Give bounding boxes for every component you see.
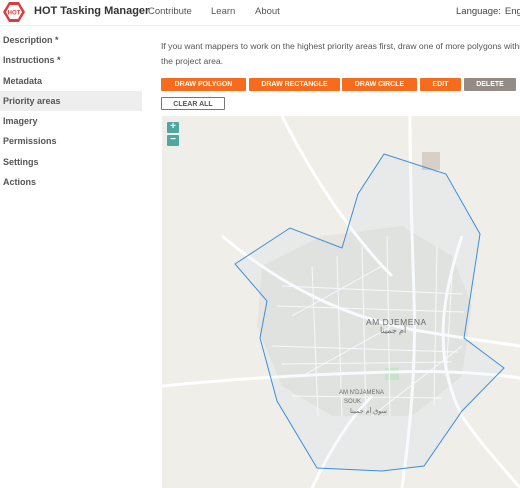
edit-button[interactable]: Edit (420, 78, 461, 91)
draw-rectangle-button[interactable]: Draw rectangle (249, 78, 340, 91)
hot-logo-icon[interactable]: HOT (2, 1, 26, 23)
district-label-arabic: سوق أم جمينا (350, 408, 387, 415)
clear-all-button[interactable]: Clear all (161, 97, 225, 110)
draw-polygon-button[interactable]: Draw polygon (161, 78, 246, 91)
sidebar-item-instructions[interactable]: Instructions * (0, 50, 142, 70)
map-canvas[interactable]: AM DJEMENA أم جمينا AM N'DJAMENA SOUK سو… (162, 116, 520, 488)
sidebar: Description * Instructions * Metadata Pr… (0, 30, 142, 192)
zoom-in-button[interactable]: + (167, 122, 179, 133)
top-navigation-bar: HOT HOT Tasking Manager Contribute Learn… (0, 0, 520, 26)
priority-areas-instructions: If you want mappers to work on the highe… (161, 41, 520, 66)
nav-about[interactable]: About (255, 6, 280, 17)
nav-contribute[interactable]: Contribute (148, 6, 192, 17)
sidebar-item-priority-areas[interactable]: Priority areas (0, 90, 142, 112)
district-label-2: SOUK (344, 399, 362, 405)
district-label-1: AM N'DJAMENA (339, 390, 384, 396)
draw-circle-button[interactable]: Draw circle (342, 78, 417, 91)
sidebar-item-imagery[interactable]: Imagery (0, 111, 142, 131)
zoom-out-button[interactable]: − (167, 135, 179, 146)
delete-button[interactable]: Delete (464, 78, 516, 91)
logo-text: HOT (8, 11, 21, 17)
app-title[interactable]: HOT Tasking Manager (34, 5, 149, 17)
sidebar-item-description[interactable]: Description * (0, 30, 142, 50)
language-label: Language: (456, 6, 501, 17)
nav-learn[interactable]: Learn (211, 6, 235, 17)
priority-area-polygon[interactable] (234, 153, 505, 472)
sidebar-item-actions[interactable]: Actions (0, 172, 142, 192)
sidebar-item-permissions[interactable]: Permissions (0, 131, 142, 151)
language-selector[interactable]: Language: English (456, 6, 520, 17)
language-value[interactable]: English (505, 6, 520, 17)
sidebar-item-metadata[interactable]: Metadata (0, 71, 142, 91)
sidebar-item-settings[interactable]: Settings (0, 152, 142, 172)
map-svg (162, 116, 520, 488)
city-label-arabic: أم جمينا (380, 326, 407, 335)
